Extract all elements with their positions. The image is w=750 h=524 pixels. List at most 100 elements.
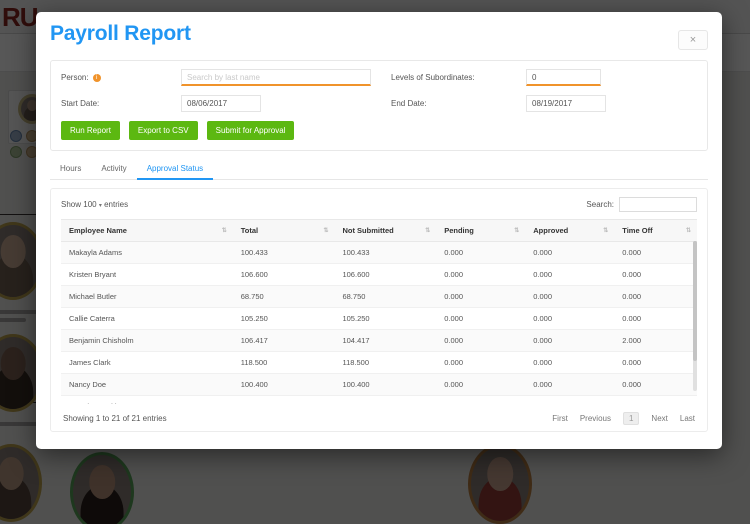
cell-pending: 0.000 — [436, 307, 526, 330]
end-date-group: End Date: — [391, 95, 606, 112]
cell-time-off: 0.000 — [614, 263, 697, 286]
export-csv-button[interactable]: Export to CSV — [128, 121, 198, 140]
sort-icon[interactable]: ⇅ — [425, 228, 430, 234]
cell-time-off: 2.000 — [614, 329, 697, 352]
table-row[interactable]: Nancy Doe 100.400 100.400 0.000 0.000 0.000 — [61, 373, 697, 396]
cell-total: 105.250 — [232, 307, 335, 330]
table-row[interactable]: Callie Caterra 105.250 105.250 0.000 0.000 0.… — [61, 307, 697, 330]
show-entries-suffix: entries — [104, 200, 129, 209]
show-entries-prefix: Show — [61, 200, 82, 209]
submit-approval-button[interactable]: Submit for Approval — [206, 121, 295, 140]
cell-time-off: 0.000 — [614, 307, 697, 330]
cell-approved: 0.000 — [525, 307, 615, 330]
info-icon[interactable]: i — [92, 73, 101, 82]
pagination-page-1[interactable]: 1 — [622, 412, 640, 425]
cell-approved: 0.000 — [525, 263, 615, 286]
cell-pending: 0.000 — [436, 329, 526, 352]
cell-not-submitted: 118.500 — [334, 351, 437, 374]
scrollbar-thumb[interactable] — [693, 241, 697, 361]
cell-pending: 0.000 — [436, 351, 526, 374]
person-label-text: Person: — [61, 73, 89, 82]
table-row[interactable]: Kristen Bryant 106.600 106.600 0.000 0.000 0.… — [61, 263, 697, 286]
cell-total: 118.500 — [232, 351, 335, 374]
table-scrollbar[interactable] — [693, 241, 697, 391]
cell-employee-name: Callie Caterra — [61, 307, 233, 330]
close-icon[interactable]: × — [678, 30, 708, 50]
app-logo: RU — [2, 2, 39, 32]
cell-employee-name: Kristen Bryant — [61, 263, 233, 286]
table-header: Employee Name ⇅ Total ⇅ Not Submitted ⇅ Pen… — [61, 219, 697, 242]
cell-not-submitted: 106.600 — [334, 263, 437, 286]
cell-approved: 0.000 — [525, 329, 615, 352]
modal-header: Payroll Report × — [36, 12, 722, 60]
org-node-label — [0, 310, 40, 314]
cell-pending: 0.000 — [436, 285, 526, 308]
sort-icon[interactable]: ⇅ — [323, 228, 328, 234]
column-header-pending[interactable]: Pending ⇅ — [436, 219, 526, 242]
end-date-label: End Date: — [391, 99, 427, 108]
sort-icon[interactable]: ⇅ — [222, 228, 227, 234]
avatar — [468, 444, 532, 524]
cell-employee-name: Jonathon Eakin — [61, 395, 233, 404]
column-header-time-off[interactable]: Time Off ⇅ — [614, 219, 697, 242]
person-label: Person: i — [61, 73, 181, 82]
table-body: Makayla Adams 100.433 100.433 0.000 0.000 0.0… — [61, 241, 697, 404]
table-row[interactable]: Michael Butler 68.750 68.750 0.000 0.000 0.00… — [61, 285, 697, 308]
start-date-label: Start Date: — [61, 99, 100, 108]
cell-approved: 0.000 — [525, 373, 615, 396]
cell-total: 106.417 — [232, 329, 335, 352]
org-badge-icon — [10, 130, 22, 142]
person-search-input[interactable] — [181, 69, 371, 86]
cell-approved: 0.000 — [525, 285, 615, 308]
cell-pending: 0.000 — [436, 373, 526, 396]
cell-employee-name: Makayla Adams — [61, 241, 233, 264]
cell-not-submitted: 100.433 — [334, 241, 437, 264]
table-row[interactable]: Jonathon Eakin104.100104.1000.0000.0000.… — [61, 395, 697, 404]
table-row[interactable]: Makayla Adams 100.433 100.433 0.000 0.000 0.0… — [61, 241, 697, 264]
start-date-input[interactable] — [181, 95, 261, 112]
levels-label: Levels of Subordinates: — [391, 73, 475, 82]
payroll-table: Employee Name ⇅ Total ⇅ Not Submitted ⇅ Pen… — [61, 219, 697, 404]
column-header-not-submitted[interactable]: Not Submitted ⇅ — [334, 219, 437, 242]
search-input[interactable] — [619, 197, 697, 212]
start-date-group: Start Date: — [61, 95, 391, 112]
chevron-down-icon[interactable]: ▾ — [99, 203, 102, 209]
table-row[interactable]: James Clark 118.500 118.500 0.000 0.000 0.000 — [61, 351, 697, 374]
column-header-total[interactable]: Total ⇅ — [232, 219, 335, 242]
tab-approval-status[interactable]: Approval Status — [136, 159, 214, 180]
column-header-employee-name[interactable]: Employee Name ⇅ — [61, 219, 233, 242]
pagination-previous[interactable]: Previous — [580, 414, 611, 423]
sort-icon[interactable]: ⇅ — [514, 228, 519, 234]
table-header-row: Employee Name ⇅ Total ⇅ Not Submitted ⇅ Pen… — [61, 219, 697, 242]
column-header-approved[interactable]: Approved ⇅ — [525, 219, 615, 242]
modal-body: Person:i Levels of Subordinates: Start D… — [36, 60, 722, 449]
cell-not-submitted: 104.100 — [334, 395, 437, 404]
cell-pending: 0.000 — [436, 241, 526, 264]
org-node-label — [0, 318, 26, 322]
levels-input[interactable] — [526, 69, 601, 86]
pagination-last[interactable]: Last — [680, 414, 695, 423]
tab-activity[interactable]: Activity — [91, 159, 136, 180]
cell-not-submitted: 100.400 — [334, 373, 437, 396]
sort-icon[interactable]: ⇅ — [603, 228, 608, 234]
table-row[interactable]: Benjamin Chisholm 106.417 104.417 0.000 0.00… — [61, 329, 697, 352]
cell-total: 100.433 — [232, 241, 335, 264]
org-badge-icon — [10, 146, 22, 158]
cell-not-submitted: 104.417 — [334, 329, 437, 352]
run-report-button[interactable]: Run Report — [61, 121, 120, 140]
pagination-first[interactable]: First — [552, 414, 568, 423]
tab-hours[interactable]: Hours — [50, 159, 91, 180]
table-footer: Showing 1 to 21 of 21 entries First Prev… — [61, 412, 697, 425]
show-entries-control[interactable]: Show 100 ▾ entries — [61, 200, 128, 209]
table-info-text: Showing 1 to 21 of 21 entries — [63, 414, 167, 423]
pagination: First Previous 1 Next Last — [552, 412, 695, 425]
table-search-group: Search: — [586, 197, 697, 212]
filter-row-dates: Start Date: End Date: — [61, 95, 697, 112]
cell-time-off: 0.000 — [614, 395, 697, 404]
sort-icon[interactable]: ⇅ — [686, 228, 691, 234]
levels-field-group: Levels of Subordinates: — [391, 69, 601, 86]
pagination-next[interactable]: Next — [651, 414, 667, 423]
person-field-group: Person: i — [61, 69, 391, 86]
table-scroll-area: Employee Name ⇅ Total ⇅ Not Submitted ⇅ Pen… — [61, 219, 697, 404]
end-date-input[interactable] — [526, 95, 606, 112]
